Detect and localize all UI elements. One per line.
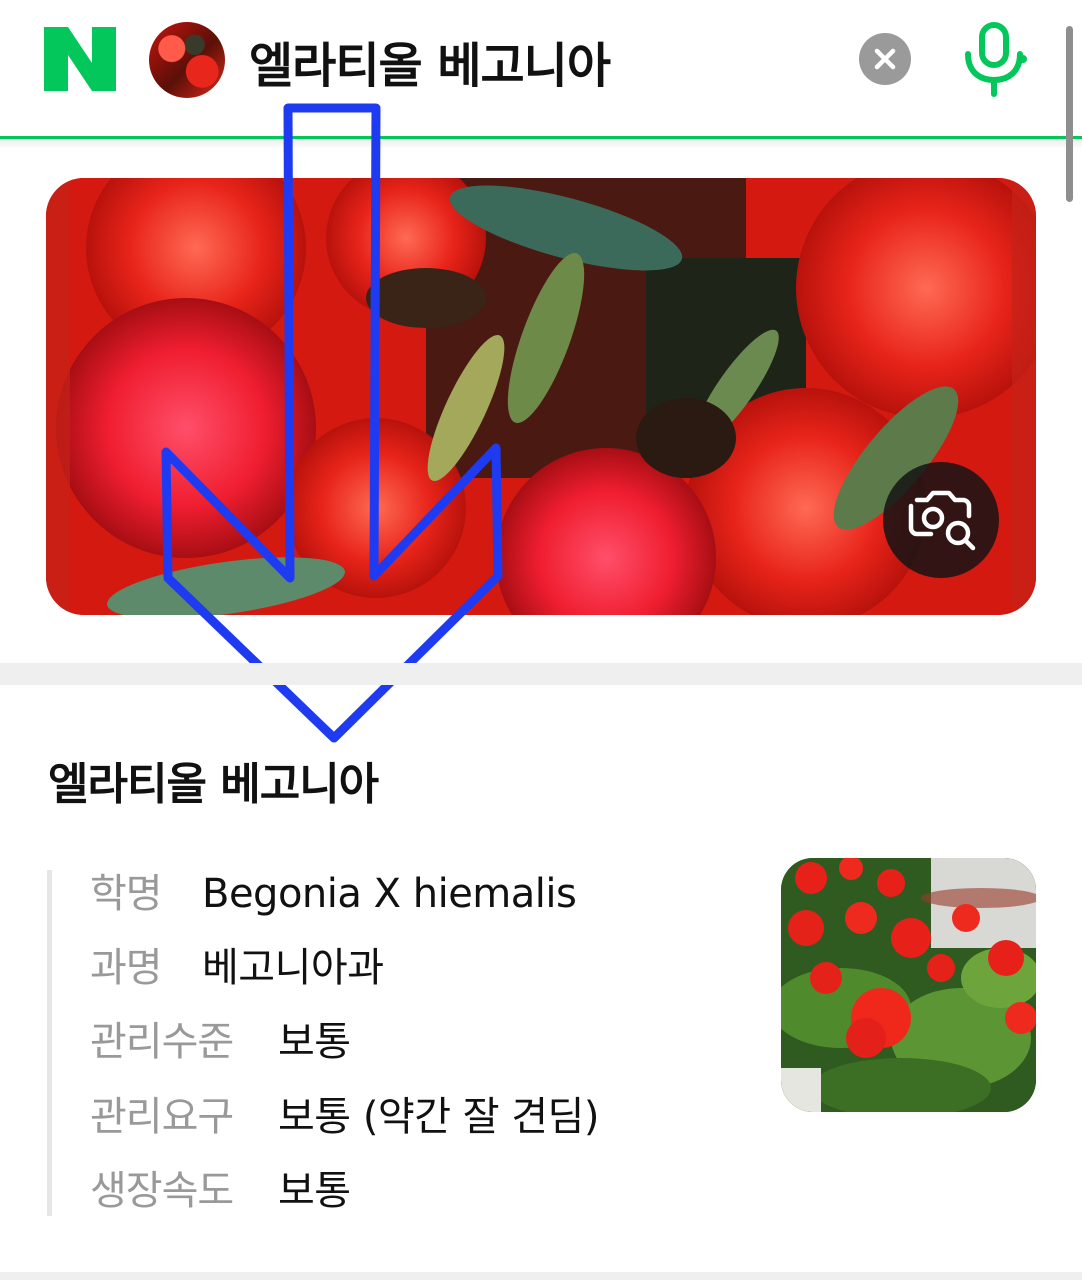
info-key: 과명 <box>90 945 163 991</box>
image-search-icon <box>908 490 976 551</box>
info-row-scientific-name: 학명 Begonia X hiemalis <box>90 864 577 924</box>
clear-search-button[interactable] <box>859 33 911 85</box>
header-shadow <box>0 139 1082 149</box>
query-image-thumbnail[interactable] <box>149 22 225 98</box>
plant-title[interactable]: 엘라티올 베고니아 <box>48 748 379 812</box>
info-key: 관리수준 <box>90 1019 234 1065</box>
info-row-family: 과명 베고니아과 <box>90 938 384 998</box>
close-icon <box>874 48 896 70</box>
info-value: 보통 <box>278 1019 351 1065</box>
info-left-bar <box>47 870 52 1216</box>
scrollbar[interactable] <box>1066 26 1073 202</box>
section-divider-bottom <box>0 1272 1082 1280</box>
info-value: 베고니아과 <box>202 945 384 991</box>
info-key: 학명 <box>90 871 163 917</box>
info-value: 보통 (약간 잘 견딤) <box>278 1094 599 1140</box>
image-search-button[interactable] <box>883 462 999 578</box>
search-header: 엘라티올 베고니아 <box>0 0 1082 140</box>
naver-logo-icon[interactable] <box>44 27 116 91</box>
potted-begonia-photo <box>781 858 1036 1112</box>
search-query[interactable]: 엘라티올 베고니아 <box>249 26 611 96</box>
info-key: 생장속도 <box>90 1168 234 1214</box>
info-key: 관리요구 <box>90 1094 234 1140</box>
section-divider <box>0 663 1082 685</box>
info-value: Begonia X hiemalis <box>202 871 577 917</box>
microphone-icon <box>965 22 1027 97</box>
voice-search-button[interactable] <box>960 22 1028 98</box>
info-value: 보통 <box>278 1168 351 1214</box>
info-row-care-level: 관리수준 보통 <box>90 1012 351 1072</box>
plant-thumbnail[interactable] <box>781 858 1036 1112</box>
info-row-growth-rate: 생장속도 보통 <box>90 1161 351 1221</box>
info-row-care-requirement: 관리요구 보통 (약간 잘 견딤) <box>90 1087 599 1147</box>
